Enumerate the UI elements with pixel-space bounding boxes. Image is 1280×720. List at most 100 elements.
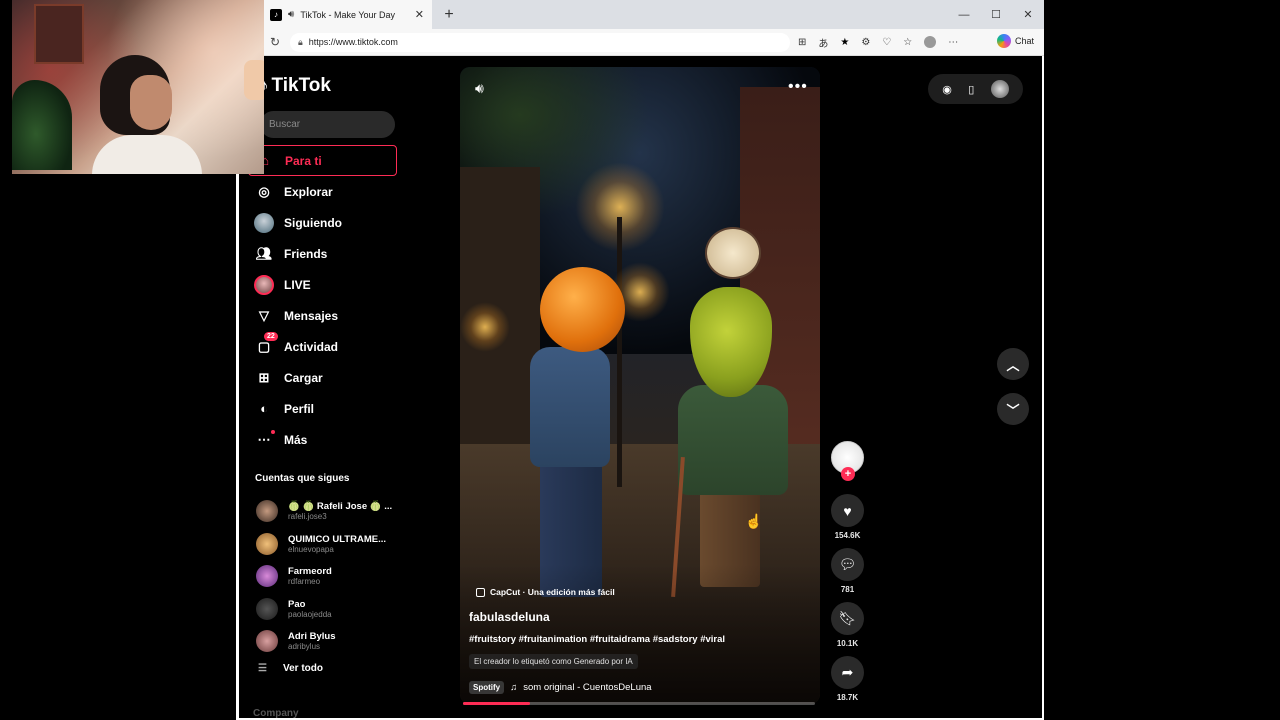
extensions-icon[interactable]: ⚙ bbox=[861, 37, 870, 48]
profile-avatar[interactable] bbox=[990, 80, 1009, 98]
list-item[interactable]: QUIMICO ULTRAME... elnuevopapa bbox=[256, 528, 406, 561]
capcut-link[interactable]: CapCut · Una edición más fácil bbox=[476, 587, 615, 597]
sidebar-item-perfil[interactable]: ◐ Perfil bbox=[248, 393, 398, 424]
notification-dot bbox=[271, 429, 275, 434]
following-section-title: Cuentas que sigues bbox=[255, 473, 350, 484]
tiktok-favicon-icon: ♪ bbox=[270, 8, 282, 21]
music-info[interactable]: Spotify ♫ som original - CuentosDeLuna bbox=[469, 681, 652, 694]
video-hashtags[interactable]: #fruitstory #fruitanimation #fruitaidram… bbox=[469, 634, 725, 645]
account-name: Farmeord bbox=[288, 566, 332, 578]
lock-icon[interactable]: 🔒︎ bbox=[298, 37, 303, 48]
more-icon: ⋯ bbox=[254, 429, 275, 450]
sidebar-item-cargar[interactable]: ⊞ Cargar bbox=[248, 362, 398, 393]
music-note-icon: ♫ bbox=[510, 682, 518, 693]
account-name: Adri Bylus bbox=[288, 631, 336, 643]
orange-character bbox=[540, 267, 625, 352]
search-input[interactable] bbox=[260, 111, 395, 138]
sidebar-item-label: Para ti bbox=[285, 153, 322, 168]
list-item[interactable]: Pao paolaojedda bbox=[256, 593, 406, 626]
sidebar-item-label: Perfil bbox=[284, 401, 315, 416]
sidebar-item-siguiendo[interactable]: Siguiendo bbox=[248, 207, 398, 238]
sidebar-item-label: Más bbox=[284, 432, 308, 447]
share-count: 18.7K bbox=[836, 693, 859, 702]
account-name: QUIMICO ULTRAME... bbox=[288, 533, 386, 545]
lamp-post bbox=[617, 217, 622, 487]
volume-icon[interactable]: 🔊︎ bbox=[475, 80, 484, 97]
sidebar-item-label: Mensajes bbox=[284, 308, 339, 323]
save-button[interactable]: 🔖︎ 10.1K bbox=[831, 602, 864, 648]
url-text: https://www.tiktok.com bbox=[308, 37, 398, 47]
compass-icon: ◎ bbox=[258, 183, 270, 199]
next-video-button[interactable]: ﹀ bbox=[997, 393, 1029, 425]
browser-tab[interactable]: ♪ 🔊︎ TikTok - Make Your Day ✕ bbox=[264, 0, 432, 29]
see-all-button[interactable]: ☰ Ver todo bbox=[258, 663, 323, 674]
translate-icon[interactable]: あ bbox=[818, 35, 828, 50]
favorites-icon[interactable]: ☆ bbox=[903, 37, 912, 48]
like-button[interactable]: ♥ 154.6K bbox=[831, 494, 864, 540]
sidebar-item-mensajes[interactable]: ▽ Mensajes bbox=[248, 300, 398, 331]
apps-icon[interactable]: ⊞ bbox=[798, 37, 806, 48]
sidebar-item-para-ti[interactable]: ⌂ Para ti bbox=[248, 145, 397, 176]
share-button[interactable]: ➦ 18.7K bbox=[831, 656, 864, 702]
list-icon: ☰ bbox=[258, 663, 267, 674]
account-handle: rdfarmeo bbox=[288, 577, 321, 587]
video-more-icon[interactable]: ••• bbox=[788, 78, 808, 96]
new-tab-button[interactable]: + bbox=[436, 0, 462, 29]
list-item[interactable]: Adri Bylus adribylus bbox=[256, 625, 406, 658]
spotify-badge[interactable]: Spotify bbox=[469, 681, 505, 694]
browser-menu-icon[interactable]: ⋯ bbox=[948, 37, 958, 48]
device-icon[interactable]: ▯ bbox=[968, 83, 974, 96]
save-count: 10.1K bbox=[836, 639, 859, 648]
comment-button[interactable]: 💬︎ 781 bbox=[831, 548, 864, 594]
url-field[interactable]: 🔒︎ https://www.tiktok.com bbox=[290, 32, 790, 52]
account-handle: elnuevopapa bbox=[288, 544, 334, 554]
previous-video-button[interactable]: ︿ bbox=[997, 348, 1029, 380]
webcam-person bbox=[92, 55, 202, 174]
tiktok-logo[interactable]: ♪ TikTok bbox=[260, 75, 331, 97]
webcam-plant bbox=[12, 80, 72, 170]
profile-icon: ◐ bbox=[260, 401, 268, 416]
list-item[interactable]: Farmeord rdfarmeo bbox=[256, 560, 406, 593]
logo-text: TikTok bbox=[271, 75, 331, 96]
like-count: 154.6K bbox=[834, 531, 861, 540]
sidebar-item-explorar[interactable]: ◎ Explorar bbox=[248, 176, 398, 207]
video-progress-bar[interactable] bbox=[463, 702, 815, 705]
close-window-button[interactable]: ✕ bbox=[1012, 0, 1044, 29]
video-player[interactable] bbox=[460, 67, 820, 704]
tab-title: TikTok - Make Your Day bbox=[300, 9, 396, 20]
live-icon bbox=[254, 274, 274, 295]
browser-essentials-icon[interactable]: ♡ bbox=[882, 37, 891, 48]
video-author[interactable]: fabulasdeluna bbox=[469, 610, 550, 624]
reload-icon[interactable]: ↻ bbox=[264, 35, 286, 49]
list-item[interactable]: 🍈 🍈 Rafeli Jose 🍈 ... rafeli.jose3 bbox=[256, 495, 406, 528]
sidebar-item-friends[interactable]: 👥︎ Friends bbox=[248, 238, 398, 269]
pear-character bbox=[678, 385, 788, 495]
top-right-toolbar: ◉ ▯ bbox=[928, 74, 1023, 104]
webcam-overlay bbox=[12, 0, 264, 174]
coins-icon[interactable]: ◉ bbox=[942, 83, 952, 96]
browser-profile-icon[interactable] bbox=[924, 36, 937, 48]
screen: ♪ 🔊︎ TikTok - Make Your Day ✕ + — ☐ ✕ ↻ … bbox=[0, 0, 1280, 720]
share-icon: ➦ bbox=[831, 656, 864, 689]
see-all-label: Ver todo bbox=[282, 663, 323, 674]
upload-icon: ⊞ bbox=[258, 369, 270, 385]
tab-close-icon[interactable]: ✕ bbox=[415, 8, 424, 21]
minimize-button[interactable]: — bbox=[948, 0, 980, 29]
company-link[interactable]: Company bbox=[253, 708, 299, 719]
hanging-sign bbox=[705, 227, 761, 279]
copilot-chat-button[interactable]: Chat bbox=[996, 34, 1034, 48]
sidebar-item-label: Actividad bbox=[284, 339, 339, 354]
follow-plus-icon[interactable]: + bbox=[841, 467, 855, 481]
sidebar-item-label: Explorar bbox=[284, 184, 333, 199]
webcam-lamp bbox=[244, 60, 264, 100]
mouse-cursor-icon: ☝ bbox=[745, 513, 763, 529]
activity-icon: ▢ 22 bbox=[254, 331, 278, 357]
maximize-button[interactable]: ☐ bbox=[980, 0, 1012, 29]
favorite-star-icon[interactable]: ★ bbox=[840, 37, 849, 48]
tab-audio-icon[interactable]: 🔊︎ bbox=[288, 9, 294, 20]
sidebar-item-actividad[interactable]: ▢ 22 Actividad bbox=[248, 331, 398, 362]
sidebar-item-label: Siguiendo bbox=[284, 215, 342, 230]
music-title: som original - CuentosDeLuna bbox=[523, 682, 652, 693]
sidebar-item-live[interactable]: LIVE bbox=[248, 269, 398, 300]
sidebar-item-mas[interactable]: ⋯ Más bbox=[248, 424, 398, 455]
